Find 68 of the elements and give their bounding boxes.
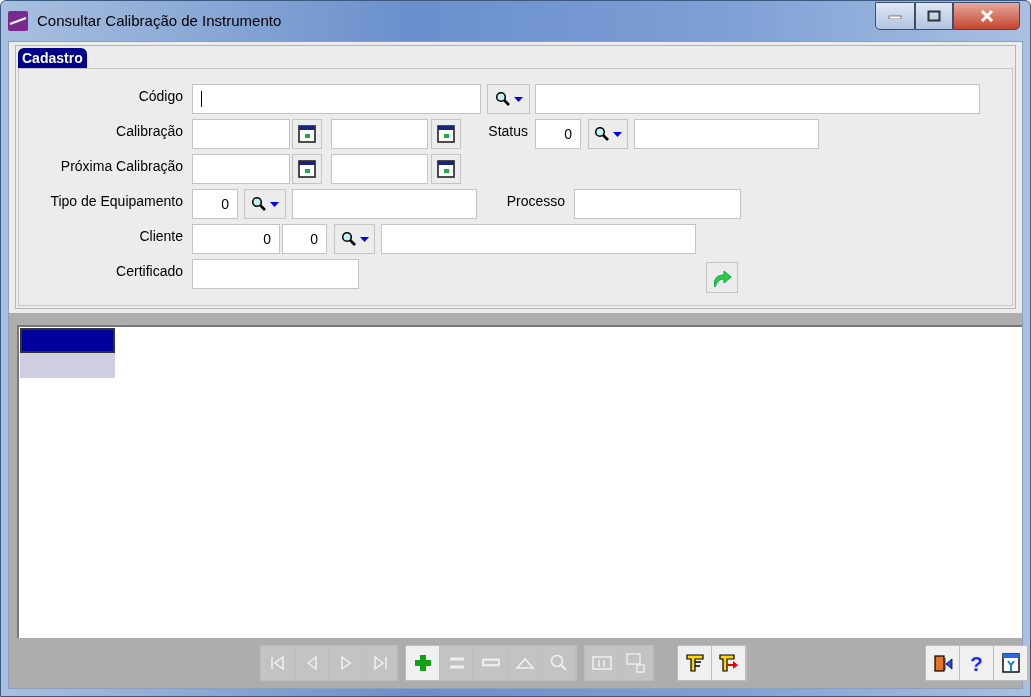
settings-button[interactable] — [994, 646, 1027, 680]
caret-icon — [513, 96, 523, 102]
close-icon — [979, 10, 994, 22]
input-field[interactable]: 0 — [535, 119, 581, 149]
refresh-button[interactable] — [706, 262, 738, 293]
field-label: Calibração — [115, 122, 183, 141]
calendar-button[interactable] — [292, 154, 322, 184]
input-field[interactable] — [381, 224, 696, 254]
grid-cell[interactable] — [20, 353, 115, 378]
filter-button[interactable] — [678, 646, 711, 680]
input-field[interactable] — [192, 84, 481, 114]
calendar-button[interactable] — [431, 154, 461, 184]
calendar-icon — [437, 125, 455, 143]
field-label: Processo — [505, 192, 565, 211]
search-icon — [594, 126, 610, 142]
filter-arrow-icon — [717, 652, 740, 674]
input-field[interactable]: 0 — [192, 189, 238, 219]
app-logo-icon — [7, 10, 29, 32]
exit-door-icon — [931, 652, 954, 674]
search-button[interactable] — [588, 119, 628, 149]
search-icon — [251, 196, 267, 212]
input-field[interactable] — [535, 84, 980, 114]
field-label: Código — [137, 87, 183, 106]
search-button[interactable] — [487, 84, 530, 114]
close-button[interactable] — [953, 2, 1020, 30]
filter-icon — [683, 652, 706, 674]
input-field[interactable]: 0 — [282, 224, 327, 254]
apply-filter-button[interactable] — [712, 646, 745, 680]
input-field[interactable] — [634, 119, 819, 149]
window-title: Consultar Calibração de Instrumento — [37, 10, 282, 31]
field-label: Status — [487, 122, 528, 141]
search-button[interactable] — [244, 189, 286, 219]
help-button[interactable]: ? — [960, 646, 993, 680]
data-grid[interactable] — [17, 325, 1022, 638]
search-icon — [340, 231, 357, 247]
field-label: Cliente — [138, 227, 183, 246]
input-field[interactable] — [331, 119, 428, 149]
caret-icon — [270, 201, 279, 207]
calendar-icon — [298, 125, 316, 143]
minus-icon — [481, 658, 500, 668]
calendar-icon — [298, 160, 316, 178]
caret-icon — [613, 131, 622, 137]
add-button[interactable] — [406, 646, 439, 680]
tab[interactable]: Cadastro — [18, 48, 87, 68]
caret-icon — [359, 236, 369, 242]
field-label: Próxima Calibração — [59, 157, 183, 176]
search-button[interactable] — [334, 224, 375, 254]
exit-button[interactable] — [926, 646, 959, 680]
export-icon — [624, 652, 647, 674]
maximize-button[interactable] — [915, 2, 953, 30]
field-label: Certificado — [115, 262, 183, 281]
input-field[interactable] — [192, 154, 290, 184]
calendar-icon — [437, 160, 455, 178]
field-label: Tipo de Equipamento — [49, 192, 183, 211]
minimize-button[interactable] — [875, 2, 915, 30]
grid-cell[interactable] — [20, 328, 115, 353]
input-field[interactable]: 0 — [192, 224, 280, 254]
input-field[interactable] — [292, 189, 477, 219]
input-field[interactable] — [192, 119, 290, 149]
input-field[interactable] — [574, 189, 741, 219]
minimize-icon — [888, 13, 902, 19]
calendar-button[interactable] — [431, 119, 461, 149]
calendar-button[interactable] — [292, 119, 322, 149]
input-field[interactable] — [192, 259, 359, 289]
settings-icon — [999, 652, 1022, 674]
search-icon — [494, 91, 511, 107]
maximize-icon — [927, 10, 941, 22]
input-field[interactable] — [331, 154, 428, 184]
